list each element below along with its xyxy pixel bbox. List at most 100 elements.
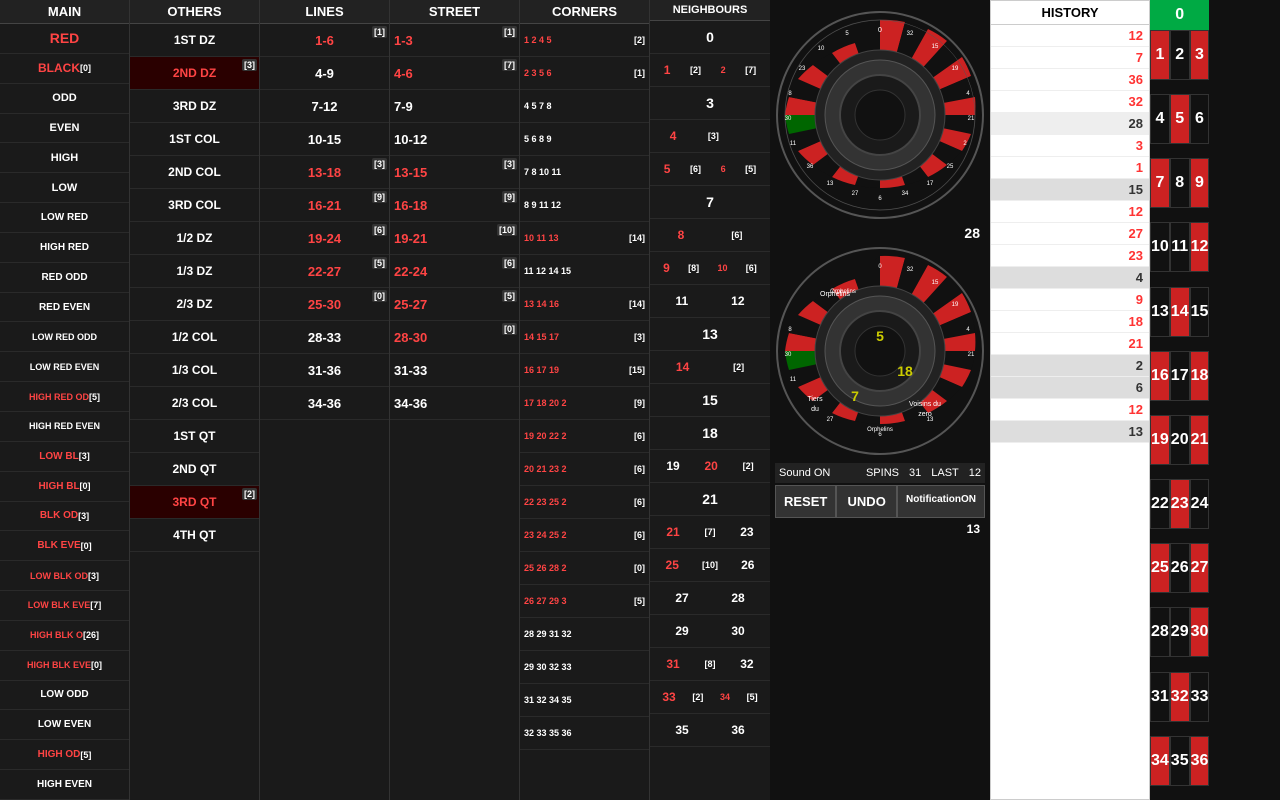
notification-button[interactable]: NotificationON bbox=[897, 485, 985, 518]
neigh-33-34[interactable]: 33[2] 34[5] bbox=[650, 681, 770, 714]
bet-highred[interactable]: HIGH RED bbox=[0, 233, 129, 263]
history-item-32[interactable]: 32 bbox=[991, 91, 1149, 113]
score-cell-7[interactable]: 7 bbox=[1150, 158, 1170, 208]
bet-lowodd[interactable]: LOW ODD bbox=[0, 681, 129, 711]
bet-23dz[interactable]: 2/3 DZ bbox=[130, 288, 259, 321]
history-item-21[interactable]: 21 bbox=[991, 333, 1149, 355]
score-cell-3[interactable]: 3 bbox=[1190, 30, 1210, 80]
corner-11[interactable]: 16 17 19[15] bbox=[520, 354, 649, 387]
score-cell-29[interactable]: 29 bbox=[1170, 607, 1190, 657]
bet-1stcol[interactable]: 1ST COL bbox=[130, 123, 259, 156]
line-10-15[interactable]: 10-15 bbox=[260, 123, 389, 156]
street-13-15[interactable]: 13-15[3] bbox=[390, 156, 519, 189]
neigh-25-26[interactable]: 25[10] 26 bbox=[650, 549, 770, 582]
street-10-12[interactable]: 10-12 bbox=[390, 123, 519, 156]
history-item-36[interactable]: 36 bbox=[991, 69, 1149, 91]
bet-high[interactable]: HIGH bbox=[0, 143, 129, 173]
street-25-27[interactable]: 25-27[5] bbox=[390, 288, 519, 321]
line-22-27[interactable]: 22-27[5] bbox=[260, 255, 389, 288]
corner-17[interactable]: 25 26 28 2[0] bbox=[520, 552, 649, 585]
neigh-31-32[interactable]: 31[8] 32 bbox=[650, 648, 770, 681]
bet-highredodd[interactable]: HIGH RED OD[5] bbox=[0, 382, 129, 412]
corner-2[interactable]: 2 3 5 6[1] bbox=[520, 57, 649, 90]
corner-10[interactable]: 14 15 17[3] bbox=[520, 321, 649, 354]
roulette-wheel-2[interactable]: 0 Orphelins Voisins du zero Tiers du 5 1… bbox=[775, 246, 985, 456]
line-34-36[interactable]: 34-36 bbox=[260, 387, 389, 420]
score-cell-19[interactable]: 19 bbox=[1150, 415, 1170, 465]
neigh-21[interactable]: 21 bbox=[650, 483, 770, 516]
score-cell-2[interactable]: 2 bbox=[1170, 30, 1190, 80]
score-cell-1[interactable]: 1 bbox=[1150, 30, 1170, 80]
corner-18[interactable]: 26 27 29 3[5] bbox=[520, 585, 649, 618]
score-cell-32[interactable]: 32 bbox=[1170, 672, 1190, 722]
neigh-3[interactable]: 3 bbox=[650, 87, 770, 120]
bet-12col[interactable]: 1/2 COL bbox=[130, 321, 259, 354]
bet-2nddz[interactable]: 2ND DZ[3] bbox=[130, 57, 259, 90]
bet-lowredodd[interactable]: LOW RED ODD bbox=[0, 322, 129, 352]
line-31-36[interactable]: 31-36 bbox=[260, 354, 389, 387]
bet-highblack[interactable]: HIGH BL[0] bbox=[0, 472, 129, 502]
score-cell-12[interactable]: 12 bbox=[1190, 222, 1210, 272]
line-19-24[interactable]: 19-24[6] bbox=[260, 222, 389, 255]
history-item-15[interactable]: 15 bbox=[991, 179, 1149, 201]
bet-highblkeve[interactable]: HIGH BLK EVE[0] bbox=[0, 651, 129, 681]
corner-5[interactable]: 7 8 10 11 bbox=[520, 156, 649, 189]
bet-1stdz[interactable]: 1ST DZ bbox=[130, 24, 259, 57]
street-4-6[interactable]: 4-6[7] bbox=[390, 57, 519, 90]
neigh-14[interactable]: 14[2] bbox=[650, 351, 770, 384]
neigh-29-30[interactable]: 29 30 bbox=[650, 615, 770, 648]
score-cell-4[interactable]: 4 bbox=[1150, 94, 1170, 144]
history-item-12b[interactable]: 12 bbox=[991, 201, 1149, 223]
history-item-9[interactable]: 9 bbox=[991, 289, 1149, 311]
bet-13col[interactable]: 1/3 COL bbox=[130, 354, 259, 387]
score-cell-11[interactable]: 11 bbox=[1170, 222, 1190, 272]
bet-low[interactable]: LOW bbox=[0, 173, 129, 203]
history-item-28[interactable]: 28 bbox=[991, 113, 1149, 135]
street-1-3[interactable]: 1-3[1] bbox=[390, 24, 519, 57]
score-cell-10[interactable]: 10 bbox=[1150, 222, 1170, 272]
score-cell-20[interactable]: 20 bbox=[1170, 415, 1190, 465]
corner-22[interactable]: 32 33 35 36 bbox=[520, 717, 649, 750]
score-cell-24[interactable]: 24 bbox=[1190, 479, 1210, 529]
score-cell-36[interactable]: 36 bbox=[1190, 736, 1210, 786]
bet-red[interactable]: RED bbox=[0, 24, 129, 54]
neigh-8[interactable]: 8[6] bbox=[650, 219, 770, 252]
corner-9[interactable]: 13 14 16[14] bbox=[520, 288, 649, 321]
line-7-12[interactable]: 7-12 bbox=[260, 90, 389, 123]
neigh-35-36[interactable]: 35 36 bbox=[650, 714, 770, 747]
corner-7[interactable]: 10 11 13[14] bbox=[520, 222, 649, 255]
corner-21[interactable]: 31 32 34 35 bbox=[520, 684, 649, 717]
score-cell-9[interactable]: 9 bbox=[1190, 158, 1210, 208]
history-item-3[interactable]: 3 bbox=[991, 135, 1149, 157]
corner-6[interactable]: 8 9 11 12 bbox=[520, 189, 649, 222]
history-item-6[interactable]: 6 bbox=[991, 377, 1149, 399]
bet-13dz[interactable]: 1/3 DZ bbox=[130, 255, 259, 288]
score-cell-35[interactable]: 35 bbox=[1170, 736, 1190, 786]
corner-1[interactable]: 1 2 4 5[2] bbox=[520, 24, 649, 57]
bet-higheven[interactable]: HIGH EVEN bbox=[0, 770, 129, 800]
neigh-1-2[interactable]: 1[2] 2[7] bbox=[650, 54, 770, 87]
line-25-30[interactable]: 25-30[0] bbox=[260, 288, 389, 321]
score-cell-34[interactable]: 34 bbox=[1150, 736, 1170, 786]
bet-2ndqt[interactable]: 2ND QT bbox=[130, 453, 259, 486]
bet-lowblkeve[interactable]: LOW BLK EVE[7] bbox=[0, 591, 129, 621]
bet-3rdcol[interactable]: 3RD COL bbox=[130, 189, 259, 222]
neigh-5-6[interactable]: 5[6] 6[5] bbox=[650, 153, 770, 186]
bet-blkeve[interactable]: BLK EVE[0] bbox=[0, 531, 129, 561]
score-cell-14[interactable]: 14 bbox=[1170, 287, 1190, 337]
score-cell-17[interactable]: 17 bbox=[1170, 351, 1190, 401]
score-cell-31[interactable]: 31 bbox=[1150, 672, 1170, 722]
street-22-24[interactable]: 22-24[6] bbox=[390, 255, 519, 288]
score-cell-23[interactable]: 23 bbox=[1170, 479, 1190, 529]
street-31-33[interactable]: 31-33 bbox=[390, 354, 519, 387]
corner-19[interactable]: 28 29 31 32 bbox=[520, 618, 649, 651]
corner-8[interactable]: 11 12 14 15 bbox=[520, 255, 649, 288]
neigh-18[interactable]: 18 bbox=[650, 417, 770, 450]
history-item-23[interactable]: 23 bbox=[991, 245, 1149, 267]
sound-label[interactable]: Sound ON bbox=[779, 467, 830, 479]
reset-button[interactable]: RESET bbox=[775, 485, 836, 518]
score-cell-16[interactable]: 16 bbox=[1150, 351, 1170, 401]
corner-12[interactable]: 17 18 20 2[9] bbox=[520, 387, 649, 420]
bet-odd[interactable]: ODD bbox=[0, 84, 129, 114]
history-item-1[interactable]: 1 bbox=[991, 157, 1149, 179]
